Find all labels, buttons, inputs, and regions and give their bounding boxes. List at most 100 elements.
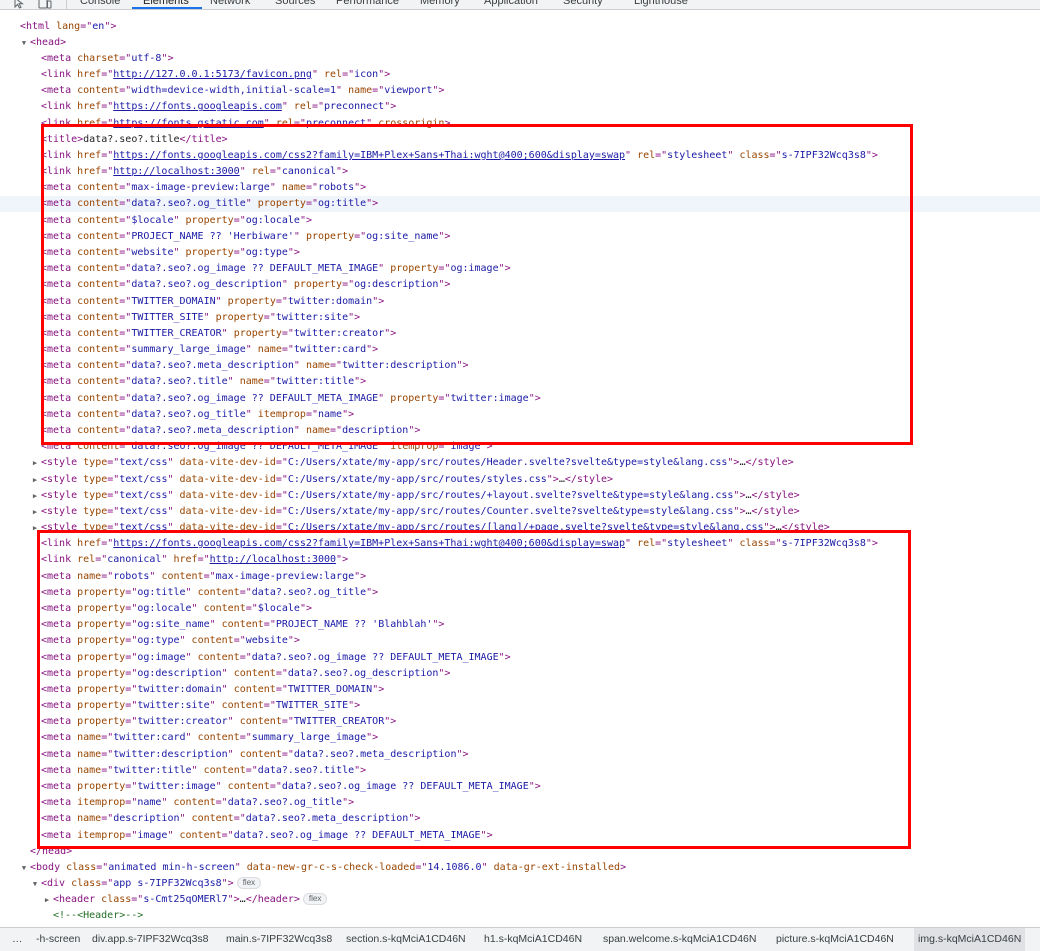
device-toggle-icon[interactable] xyxy=(38,0,52,9)
dom-node-line[interactable]: ▶ <style type="text/css" data-vite-dev-id… xyxy=(0,472,1040,488)
dom-node-line[interactable]: ▶ <style type="text/css" data-vite-dev-id… xyxy=(0,520,1040,536)
tab-lighthouse[interactable]: Lighthouse xyxy=(634,0,688,8)
dom-node-line[interactable]: <meta name="robots" content="max-image-p… xyxy=(0,569,1040,585)
dom-node-line[interactable]: <meta content="data?.seo?.og_image ?? DE… xyxy=(0,439,1040,455)
dom-node-line[interactable]: <meta content="PROJECT_NAME ?? 'Herbiwar… xyxy=(0,229,1040,245)
caret-right-icon[interactable]: ▶ xyxy=(31,488,39,504)
dom-node-line[interactable]: <meta name="description" content="data?.… xyxy=(0,811,1040,827)
caret-down-icon[interactable]: ▼ xyxy=(31,876,39,892)
dom-node-line[interactable]: <title>data?.seo?.title</title> xyxy=(0,132,1040,148)
token-avl[interactable]: https://fonts.googleapis.com/css2?family… xyxy=(113,538,625,549)
dom-node-line[interactable]: ▶ <style type="text/css" data-vite-dev-id… xyxy=(0,488,1040,504)
caret-right-icon[interactable]: ▶ xyxy=(31,520,39,536)
dom-node-line[interactable]: <link rel="canonical" href="http://local… xyxy=(0,552,1040,568)
cursor-arrow-icon[interactable] xyxy=(13,0,25,9)
dom-node-line[interactable]: <meta name="twitter:description" content… xyxy=(0,747,1040,763)
caret-right-icon[interactable]: ▶ xyxy=(43,892,51,908)
dom-node-line[interactable]: ▼ <head> xyxy=(0,35,1040,51)
breadcrumb-item[interactable]: span.welcome.s-kqMciA1CD46N xyxy=(603,928,756,951)
dom-node-line[interactable]: <meta content="TWITTER_DOMAIN" property=… xyxy=(0,294,1040,310)
dom-node-line[interactable]: <meta content="width=device-width,initia… xyxy=(0,83,1040,99)
breadcrumb-item[interactable]: h1.s-kqMciA1CD46N xyxy=(484,928,582,951)
dom-node-line[interactable]: <link href="https://fonts.googleapis.com… xyxy=(0,99,1040,115)
dom-node-line[interactable]: <meta itemprop="image" content="data?.se… xyxy=(0,828,1040,844)
token-avl[interactable]: https://fonts.googleapis.com xyxy=(113,101,282,112)
dom-node-line[interactable]: <meta name="twitter:card" content="summa… xyxy=(0,730,1040,746)
dom-node-line[interactable]: <meta property="twitter:image" content="… xyxy=(0,779,1040,795)
dom-node-line[interactable]: ▼ <div class="app s-7IPF32Wcq3s8"> flex xyxy=(0,876,1040,892)
dom-node-line[interactable]: <meta content="data?.seo?.og_description… xyxy=(0,277,1040,293)
dom-node-line[interactable]: <meta itemprop="name" content="data?.seo… xyxy=(0,795,1040,811)
dom-node-line[interactable]: <meta property="og:image" content="data?… xyxy=(0,650,1040,666)
breadcrumb-item[interactable]: section.s-kqMciA1CD46N xyxy=(346,928,466,951)
dom-node-line[interactable]: <link href="http://localhost:3000" rel="… xyxy=(0,164,1040,180)
tab-network[interactable]: Network xyxy=(210,0,250,8)
dom-tree[interactable]: <html lang="en"> ▼ <head> <meta charset="ut… xyxy=(0,9,1040,927)
dom-node-line[interactable]: <meta property="og:locale" content="$loc… xyxy=(0,601,1040,617)
breadcrumb-item[interactable]: main.s-7IPF32Wcq3s8 xyxy=(226,928,332,951)
tab-memory[interactable]: Memory xyxy=(420,0,460,8)
dom-node-line[interactable]: ▶ <style type="text/css" data-vite-dev-id… xyxy=(0,504,1040,520)
dom-node-line[interactable]: ▼ <body class="animated min-h-screen" dat… xyxy=(0,860,1040,876)
token-tag: "> xyxy=(498,263,511,275)
dom-node-line[interactable]: <meta property="og:site_name" content="P… xyxy=(0,617,1040,633)
dom-node-line[interactable]: <meta property="og:type" content="websit… xyxy=(0,633,1040,649)
dom-node-line[interactable]: <meta content="summary_large_image" name… xyxy=(0,342,1040,358)
token-an: property xyxy=(77,635,126,647)
token-tag: <link xyxy=(41,554,78,566)
flex-badge[interactable]: flex xyxy=(302,893,328,906)
dom-node-line[interactable]: <meta content="data?.seo?.meta_descripti… xyxy=(0,358,1040,374)
tab-security[interactable]: Security xyxy=(563,0,603,8)
token-avl[interactable]: http://localhost:3000 xyxy=(210,554,336,565)
dom-node-line[interactable]: <meta content="data?.seo?.title" name="t… xyxy=(0,374,1040,390)
dom-node-line[interactable]: ▶ <header class="s-Cmt25qOMERl7">…</heade… xyxy=(0,892,1040,908)
breadcrumb-overflow[interactable]: … xyxy=(12,928,23,951)
dom-node-line[interactable]: <meta property="twitter:creator" content… xyxy=(0,714,1040,730)
dom-node-line[interactable]: <meta charset="utf-8"> xyxy=(0,51,1040,67)
tab-application[interactable]: Application xyxy=(484,0,538,8)
dom-node-line[interactable]: <meta content="data?.seo?.og_title" item… xyxy=(0,407,1040,423)
dom-node-line[interactable]: ▶ <style type="text/css" data-vite-dev-id… xyxy=(0,455,1040,471)
dom-node-line[interactable]: </head> xyxy=(0,844,1040,860)
dom-node-line[interactable]: <meta property="og:description" content=… xyxy=(0,666,1040,682)
caret-down-icon[interactable]: ▼ xyxy=(20,860,28,876)
dom-node-line[interactable]: <meta property="twitter:domain" content=… xyxy=(0,682,1040,698)
token-tag: " xyxy=(727,149,740,161)
tab-sources[interactable]: Sources xyxy=(275,0,315,8)
caret-down-icon[interactable]: ▼ xyxy=(20,35,28,51)
dom-node-line[interactable]: <html lang="en"> xyxy=(0,19,1040,35)
breadcrumb-item[interactable]: -h-screen xyxy=(36,928,80,951)
dom-node-line[interactable]: <meta content="website" property="og:typ… xyxy=(0,245,1040,261)
breadcrumb-item[interactable]: div.app.s-7IPF32Wcq3s8 xyxy=(92,928,209,951)
token-avl[interactable]: https://fonts.gstatic.com xyxy=(113,118,264,129)
dom-node-line[interactable]: <link href="http://127.0.0.1:5173/favico… xyxy=(0,67,1040,83)
token-avl[interactable]: http://127.0.0.1:5173/favicon.png xyxy=(113,69,312,80)
caret-right-icon[interactable]: ▶ xyxy=(31,504,39,520)
dom-node-line[interactable]: <meta name="twitter:title" content="data… xyxy=(0,763,1040,779)
dom-node-line[interactable]: <meta property="twitter:site" content="T… xyxy=(0,698,1040,714)
dom-node-line[interactable]: <meta content="$locale" property="og:loc… xyxy=(0,213,1040,229)
dom-node-line[interactable]: <meta property="og:title" content="data?… xyxy=(0,585,1040,601)
dom-node-line[interactable]: <meta content="max-image-preview:large" … xyxy=(0,180,1040,196)
dom-node-line[interactable]: <link href="https://fonts.gstatic.com" r… xyxy=(0,116,1040,132)
token-tag: " xyxy=(173,214,186,226)
caret-right-icon[interactable]: ▶ xyxy=(31,455,39,471)
dom-node-line[interactable]: <meta content="TWITTER_SITE" property="t… xyxy=(0,310,1040,326)
breadcrumb-item[interactable]: img.s-kqMciA1CD46N xyxy=(914,928,1026,951)
dom-node-line[interactable]: <meta content="data?.seo?.og_image ?? DE… xyxy=(0,391,1040,407)
dom-node-line[interactable]: <link href="https://fonts.googleapis.com… xyxy=(0,148,1040,164)
dom-node-line[interactable]: <meta content="TWITTER_CREATOR" property… xyxy=(0,326,1040,342)
dom-node-line[interactable]: <!--<Header>--> xyxy=(0,908,1040,924)
caret-right-icon[interactable]: ▶ xyxy=(31,472,39,488)
breadcrumb-item[interactable]: picture.s-kqMciA1CD46N xyxy=(776,928,894,951)
tab-console[interactable]: Console xyxy=(80,0,120,8)
tab-performance[interactable]: Performance xyxy=(336,0,399,8)
token-avl[interactable]: https://fonts.googleapis.com/css2?family… xyxy=(113,150,625,161)
token-av: text/css xyxy=(119,489,168,501)
dom-node-line[interactable]: <meta content="data?.seo?.og_title" prop… xyxy=(0,196,1040,213)
token-avl[interactable]: http://localhost:3000 xyxy=(113,166,239,177)
dom-node-line[interactable]: <link href="https://fonts.googleapis.com… xyxy=(0,536,1040,552)
dom-node-line[interactable]: <meta content="data?.seo?.meta_descripti… xyxy=(0,423,1040,439)
flex-badge[interactable]: flex xyxy=(236,877,262,890)
dom-node-line[interactable]: <meta content="data?.seo?.og_image ?? DE… xyxy=(0,261,1040,277)
